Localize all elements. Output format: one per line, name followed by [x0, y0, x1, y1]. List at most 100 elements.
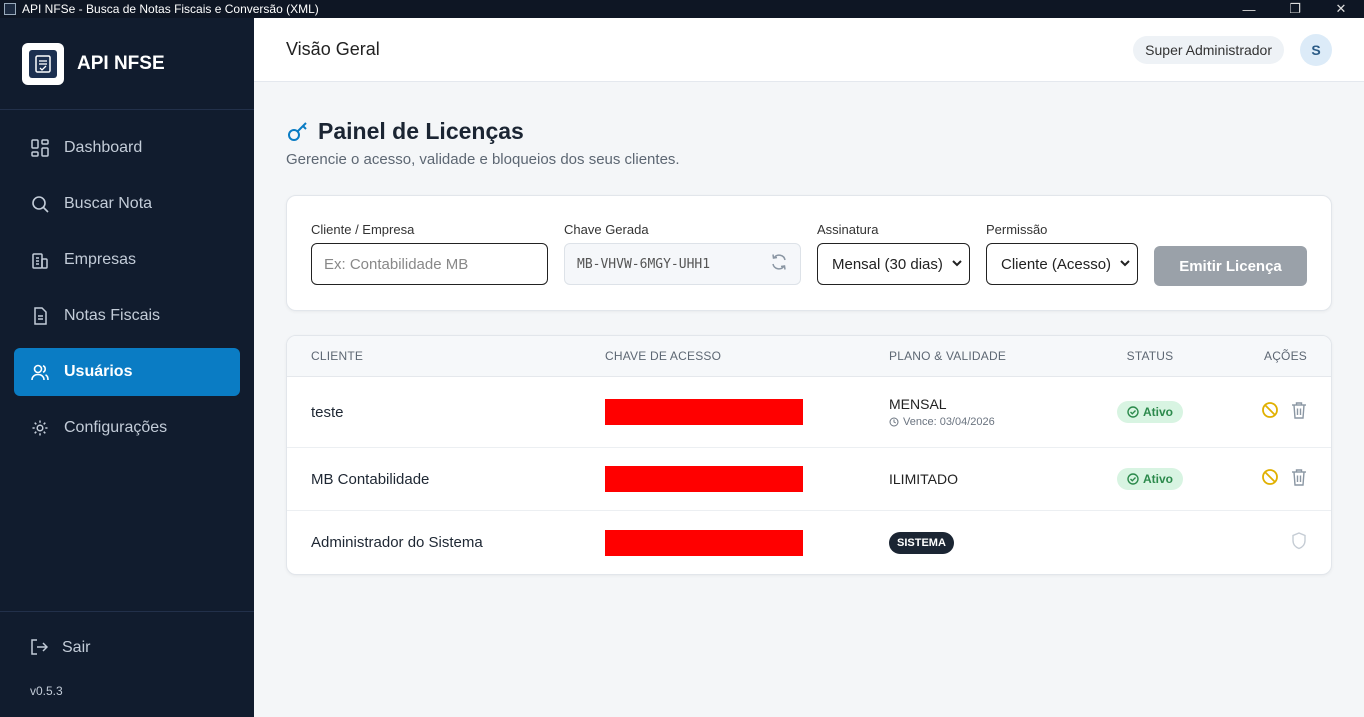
sidebar-item-label: Empresas [64, 251, 137, 268]
avatar[interactable]: S [1300, 33, 1332, 66]
licenses-table: CLIENTE CHAVE DE ACESSO PLANO & VALIDADE… [286, 335, 1332, 575]
trash-icon[interactable] [1291, 401, 1307, 423]
plan-select[interactable]: Mensal (30 dias) [817, 243, 970, 285]
key-field-group: Chave Gerada MB-VHVW-6MGY-UHH1 [564, 222, 801, 285]
header-status: STATUS [1126, 349, 1174, 363]
close-icon[interactable]: ✕ [1318, 1, 1364, 17]
permission-field-group: Permissão Cliente (Acesso) [986, 222, 1138, 285]
sidebar-nav: Dashboard Buscar Nota Empresas Notas Fis… [0, 110, 254, 474]
sidebar: API NFSE Dashboard Buscar Nota Empresas … [0, 18, 254, 717]
sidebar-item-configuracoes[interactable]: Configurações [14, 404, 240, 452]
header-acoes: AÇÕES [1263, 349, 1307, 363]
check-circle-icon [1127, 406, 1139, 418]
generated-key-value: MB-VHVW-6MGY-UHH1 [577, 256, 711, 272]
redacted-key [605, 399, 803, 425]
sidebar-item-empresas[interactable]: Empresas [14, 236, 240, 284]
panel-subtitle: Gerencie o acesso, validade e bloqueios … [286, 151, 680, 168]
status-badge: Ativo [1117, 468, 1183, 490]
logout-label: Sair [62, 639, 91, 656]
client-name: MB Contabilidade [311, 470, 430, 488]
system-badge: SISTEMA [889, 531, 954, 554]
permission-label: Permissão [986, 222, 1048, 237]
topbar: Visão Geral Super Administrador S [254, 18, 1364, 82]
key-icon [286, 120, 310, 144]
panel-heading: Painel de Licenças [286, 118, 1332, 145]
table-header: CLIENTE CHAVE DE ACESSO PLANO & VALIDADE… [287, 336, 1331, 377]
sidebar-item-notas-fiscais[interactable]: Notas Fiscais [14, 292, 240, 340]
plan-cell: ILIMITADO [865, 471, 1085, 487]
actions-cell [1215, 531, 1331, 554]
header-cliente: CLIENTE [311, 349, 364, 363]
sidebar-item-usuarios[interactable]: Usuários [14, 348, 240, 396]
document-icon [30, 306, 50, 326]
sidebar-item-buscar-nota[interactable]: Buscar Nota [14, 180, 240, 228]
plan-field-group: Assinatura Mensal (30 dias) [817, 222, 970, 285]
minimize-icon[interactable]: — [1226, 2, 1272, 17]
header-chave: CHAVE DE ACESSO [605, 349, 722, 363]
restore-icon[interactable]: ❐ [1272, 1, 1318, 17]
actions-cell [1215, 401, 1331, 423]
generated-key-field: MB-VHVW-6MGY-UHH1 [564, 243, 801, 285]
plan-name: MENSAL [889, 396, 947, 412]
dashboard-icon [30, 138, 50, 158]
access-key-cell [581, 399, 865, 425]
table-row: MB Contabilidade ILIMITADO Ativo [287, 448, 1331, 511]
access-key-cell [581, 529, 865, 556]
plan-cell: MENSAL Vence: 03/04/2026 [865, 396, 1085, 428]
content: Painel de Licenças Gerencie o acesso, va… [254, 82, 1364, 575]
refresh-icon[interactable] [770, 253, 788, 275]
status-label: Ativo [1143, 472, 1173, 486]
logout-button[interactable]: Sair [0, 612, 254, 658]
permission-select[interactable]: Cliente (Acesso) [986, 243, 1138, 285]
redacted-key [605, 529, 803, 556]
brand-name: API NFSE [77, 52, 165, 74]
actions-cell [1215, 468, 1331, 490]
sidebar-item-label: Usuários [64, 363, 133, 380]
sidebar-footer: Sair v0.5.3 [0, 611, 254, 717]
emit-license-button[interactable]: Emitir Licença [1154, 246, 1307, 286]
block-icon[interactable] [1261, 468, 1279, 490]
expiry-text: Vence: 03/04/2026 [903, 416, 995, 428]
sidebar-item-label: Notas Fiscais [64, 307, 161, 324]
redacted-key [605, 466, 803, 492]
client-field-group: Cliente / Empresa Ex: Contabilidade MB [311, 222, 548, 285]
sidebar-item-label: Dashboard [64, 139, 143, 156]
plan-name: ILIMITADO [889, 471, 958, 487]
main-area: Visão Geral Super Administrador S Painel… [254, 18, 1364, 717]
block-icon[interactable] [1261, 401, 1279, 423]
logo-icon [22, 42, 64, 85]
sidebar-item-dashboard[interactable]: Dashboard [14, 124, 240, 172]
brand: API NFSE [0, 18, 254, 110]
trash-icon[interactable] [1291, 468, 1307, 490]
logout-icon [30, 638, 50, 658]
status-badge: Ativo [1117, 401, 1183, 423]
building-icon [30, 250, 50, 270]
client-label: Cliente / Empresa [311, 222, 415, 237]
permission-select-value: Cliente (Acesso) [1001, 255, 1112, 273]
window-title: API NFSe - Busca de Notas Fiscais e Conv… [22, 2, 319, 16]
key-label: Chave Gerada [564, 222, 649, 237]
client-name: Administrador do Sistema [311, 534, 483, 551]
check-circle-icon [1127, 473, 1139, 485]
access-key-cell [581, 466, 865, 492]
status-cell: Ativo [1085, 401, 1215, 423]
client-input[interactable]: Ex: Contabilidade MB [311, 243, 548, 285]
plan-cell: SISTEMA [865, 531, 1085, 554]
window-titlebar: API NFSe - Busca de Notas Fiscais e Conv… [0, 0, 1364, 18]
plan-label: Assinatura [817, 222, 879, 237]
role-badge: Super Administrador [1133, 35, 1284, 64]
table-row: Administrador do Sistema SISTEMA [287, 511, 1331, 574]
chevron-down-icon [1119, 256, 1131, 273]
clock-icon [889, 417, 899, 427]
shield-icon [1291, 531, 1307, 554]
status-cell: Ativo [1085, 468, 1215, 490]
page-title: Visão Geral [286, 39, 380, 59]
plan-select-value: Mensal (30 dias) [832, 255, 943, 273]
table-row: teste MENSAL Vence: 03/04/2026 Ativo [287, 377, 1331, 448]
status-label: Ativo [1143, 405, 1173, 419]
gear-icon [30, 418, 50, 438]
chevron-down-icon [951, 256, 963, 273]
header-plano: PLANO & VALIDADE [889, 349, 1007, 363]
panel-title: Painel de Licenças [318, 118, 524, 144]
license-form: Cliente / Empresa Ex: Contabilidade MB C… [286, 195, 1332, 311]
